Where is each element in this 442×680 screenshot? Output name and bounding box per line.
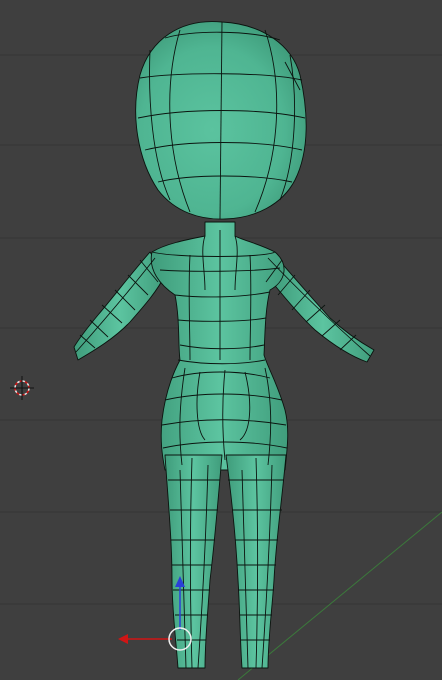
left-leg	[164, 454, 223, 669]
right-leg	[225, 454, 287, 669]
torso	[150, 221, 289, 471]
x-axis-arrow-head[interactable]	[118, 634, 128, 644]
3d-viewport[interactable]	[0, 0, 442, 680]
left-arm	[73, 251, 166, 361]
viewport-canvas[interactable]	[0, 0, 442, 680]
character-mesh[interactable]	[73, 21, 375, 669]
3d-cursor-icon[interactable]	[10, 376, 34, 400]
